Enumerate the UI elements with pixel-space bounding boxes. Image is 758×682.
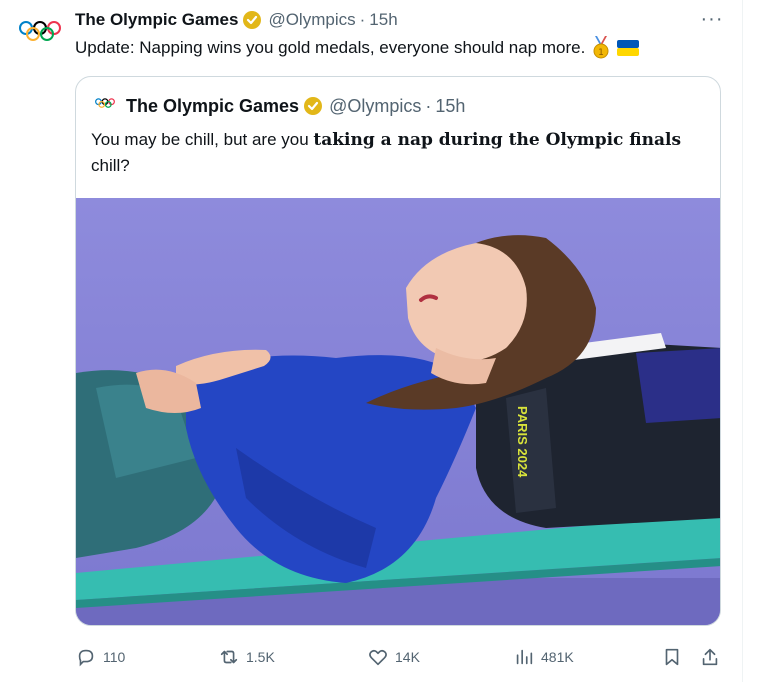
separator-dot: · [359, 10, 366, 29]
views-chart-icon [516, 649, 533, 665]
reply-action[interactable]: 110 [75, 642, 125, 672]
quoted-separator-dot: · [425, 95, 432, 116]
quoted-text: You may be chill, but are you taking a n… [91, 127, 701, 178]
quoted-author-name: The Olympic Games [126, 95, 300, 116]
author-name[interactable]: The Olympic Games [75, 10, 238, 30]
quoted-header: The Olympic Games @Olympics · 15h [126, 95, 465, 117]
bookmark-icon [665, 648, 679, 666]
more-options-icon[interactable]: ··· [698, 8, 726, 32]
repost-icon [220, 650, 238, 664]
tweet-text: Update: Napping wins you gold medals, ev… [75, 38, 586, 57]
svg-text:1: 1 [598, 48, 604, 58]
quoted-tweet[interactable]: The Olympic Games @Olympics · 15h You ma… [75, 76, 721, 626]
quoted-text-suffix: chill? [91, 156, 130, 175]
quoted-text-prefix: You may be chill, but are you [91, 130, 314, 149]
repost-count: 1.5K [246, 649, 275, 665]
bookmark-action[interactable] [661, 642, 689, 672]
author-handle[interactable]: @Olympics [268, 10, 355, 30]
views-action[interactable]: 481K [513, 642, 574, 672]
quoted-text-bold: taking a nap during the Olympic finals [313, 130, 682, 150]
quoted-timestamp: 15h [435, 95, 466, 116]
share-action[interactable] [699, 642, 727, 672]
repost-action[interactable]: 1.5K [218, 642, 275, 672]
timestamp[interactable]: 15h [369, 10, 397, 30]
like-count: 14K [395, 649, 420, 665]
heart-icon [369, 649, 387, 666]
tweet-actions: 110 1.5K 14K 481K [75, 642, 725, 672]
like-action[interactable]: 14K [367, 642, 420, 672]
reply-icon [78, 649, 94, 667]
share-icon [702, 648, 718, 666]
verified-badge-icon [243, 11, 262, 29]
tweet-text-row: Update: Napping wins you gold medals, ev… [75, 36, 640, 60]
gold-medal-icon: 1 [593, 36, 609, 59]
quoted-verified-badge-icon [304, 97, 323, 115]
athlete-napping-photo[interactable]: PARIS 2024 [76, 198, 721, 626]
olympic-rings-avatar[interactable] [18, 18, 62, 48]
timeline-border [742, 0, 743, 682]
views-count: 481K [541, 649, 574, 665]
photo-paris-2024-text: PARIS 2024 [515, 406, 530, 478]
quoted-olympic-rings-avatar [95, 98, 115, 108]
tweet-header: The Olympic Games @Olympics · 15h [75, 8, 398, 32]
reply-count: 110 [103, 649, 126, 665]
quoted-author-handle: @Olympics [329, 95, 422, 116]
ukraine-flag-icon [617, 40, 640, 56]
